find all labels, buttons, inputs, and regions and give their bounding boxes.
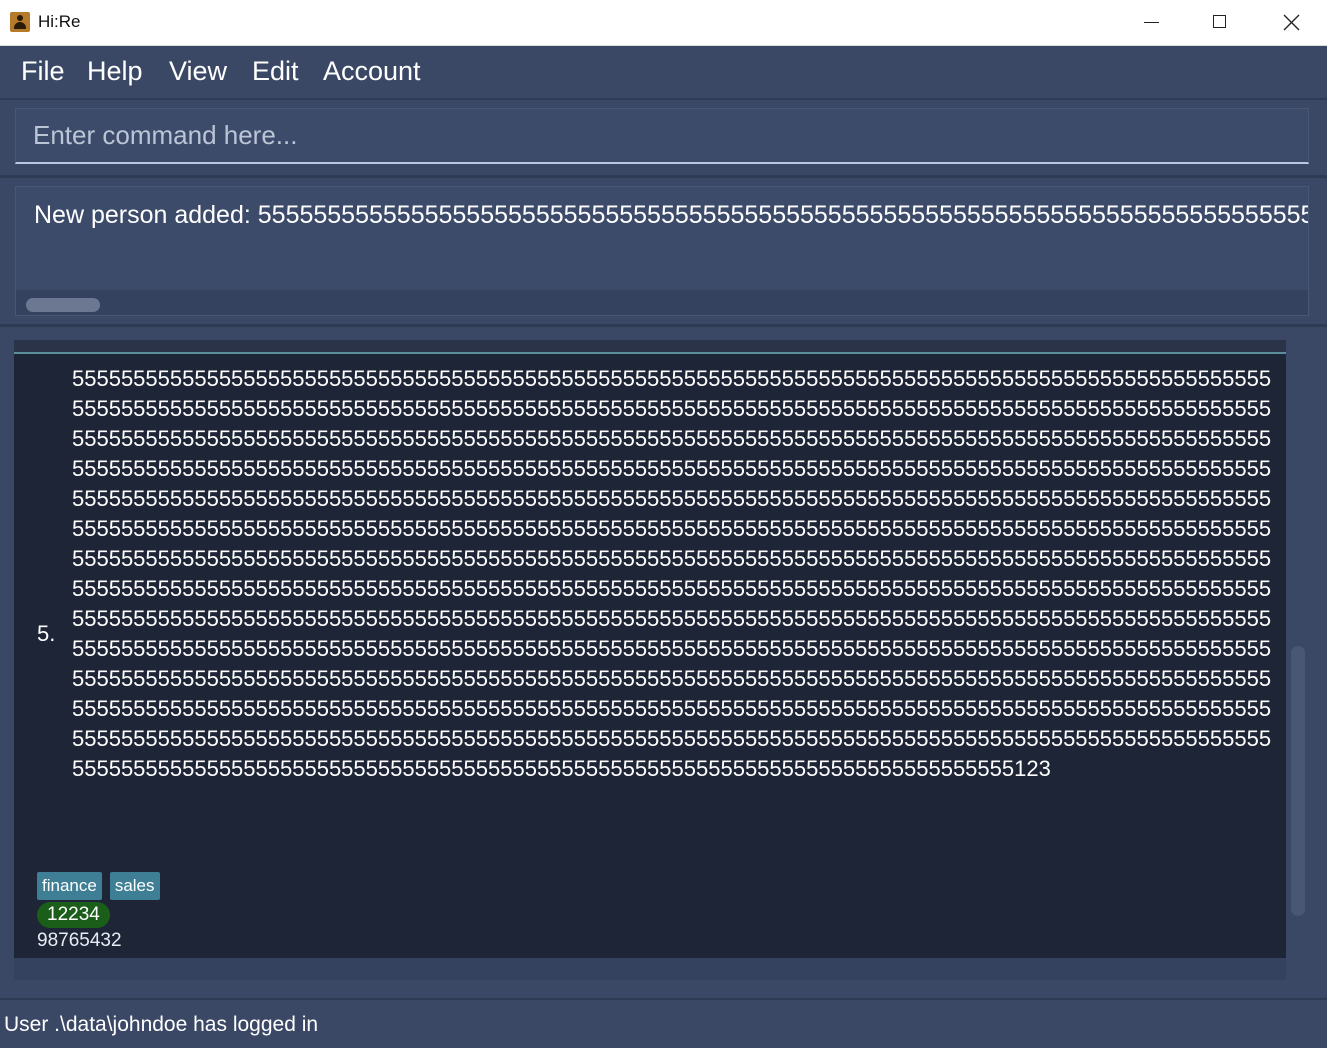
phone-badge: 12234 (37, 902, 110, 928)
tag-list: finance sales (37, 872, 168, 900)
list-edge (14, 340, 1286, 354)
result-message: New person added: 5555555555555555555555… (34, 201, 1309, 229)
person-list: 5. 5555555555555555555555555555555555555… (14, 340, 1286, 980)
menu-view[interactable]: View (169, 56, 227, 87)
menu-edit[interactable]: Edit (252, 56, 299, 87)
maximize-icon (1213, 15, 1226, 28)
minimize-button[interactable] (1117, 0, 1185, 45)
result-scrollbar-thumb[interactable] (26, 298, 100, 312)
maximize-button[interactable] (1186, 0, 1254, 45)
menu-account[interactable]: Account (323, 56, 421, 87)
title-bar: Hi:Re (0, 0, 1327, 46)
close-button[interactable] (1257, 0, 1325, 45)
tag-sales: sales (109, 872, 160, 900)
menu-file[interactable]: File (21, 56, 65, 87)
person-email: 98765432 (37, 930, 122, 951)
status-bar: User .\data\johndoe has logged in (0, 998, 1327, 1048)
divider (0, 324, 1327, 327)
list-vertical-scrollbar[interactable] (1291, 646, 1305, 916)
person-card[interactable]: 5. 5555555555555555555555555555555555555… (14, 356, 1286, 958)
person-index: 5. (37, 621, 56, 646)
menu-help[interactable]: Help (87, 56, 143, 87)
divider (0, 175, 1327, 178)
result-horizontal-scrollbar[interactable] (16, 290, 1308, 315)
command-input[interactable] (15, 108, 1309, 164)
tag-finance: finance (37, 872, 102, 900)
list-footer (14, 958, 1286, 980)
result-display: New person added: 5555555555555555555555… (15, 186, 1309, 316)
minimize-icon (1144, 22, 1159, 23)
menu-bar: File Help View Edit Account (0, 46, 1327, 100)
command-box-area (0, 100, 1327, 174)
close-icon (1283, 14, 1300, 31)
person-name: 5555555555555555555555555555555555555555… (72, 366, 1272, 781)
window-title: Hi:Re (38, 12, 81, 31)
status-message: User .\data\johndoe has logged in (4, 1013, 319, 1036)
person-icon (10, 12, 30, 32)
